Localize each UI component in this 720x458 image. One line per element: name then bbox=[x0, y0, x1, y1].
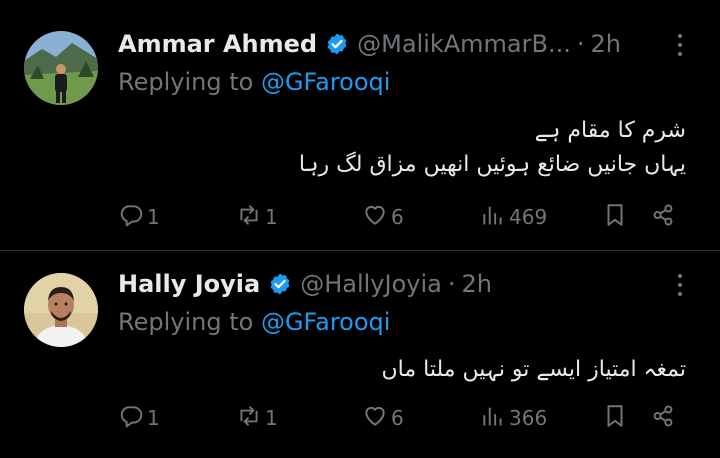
timeline: Ammar Ahmed @MalikAmmarB... · 2h Replyin… bbox=[0, 0, 720, 458]
views-count: 366 bbox=[509, 406, 548, 430]
repost-icon bbox=[236, 403, 262, 434]
more-icon[interactable] bbox=[670, 270, 690, 300]
like-count: 6 bbox=[391, 205, 404, 229]
timestamp[interactable]: 2h bbox=[462, 270, 492, 298]
share-button[interactable] bbox=[650, 401, 676, 435]
bookmark-icon bbox=[602, 202, 628, 233]
repost-count: 1 bbox=[265, 205, 278, 229]
like-icon bbox=[362, 202, 388, 233]
verified-badge-icon bbox=[268, 272, 292, 296]
action-bar: 1 1 6 469 bbox=[118, 200, 688, 234]
mention-link[interactable]: @GFarooqi bbox=[261, 68, 391, 96]
share-button[interactable] bbox=[650, 200, 676, 234]
views-icon bbox=[480, 202, 506, 233]
share-icon bbox=[650, 202, 676, 233]
tweet-text-line: یہاں جانیں ضائع ہوئیں انھیں مزاق لگ رہا bbox=[298, 152, 686, 177]
bookmark-icon bbox=[602, 403, 628, 434]
replying-to: Replying to @GFarooqi bbox=[118, 68, 390, 96]
like-icon bbox=[362, 403, 388, 434]
tweet[interactable]: Ammar Ahmed @MalikAmmarB... · 2h Replyin… bbox=[0, 0, 720, 250]
avatar[interactable] bbox=[24, 31, 98, 105]
repost-button[interactable]: 1 bbox=[236, 401, 278, 435]
bookmark-button[interactable] bbox=[602, 200, 628, 234]
tweet-text: شرم کا مقام ہے یہاں جانیں ضائع ہوئیں انھ… bbox=[299, 114, 686, 182]
bookmark-button[interactable] bbox=[602, 401, 628, 435]
views-button[interactable]: 469 bbox=[480, 200, 547, 234]
verified-badge-icon bbox=[325, 32, 349, 56]
handle[interactable]: @MalikAmmarB... bbox=[357, 30, 571, 58]
separator: · bbox=[447, 270, 456, 298]
views-button[interactable]: 366 bbox=[480, 401, 547, 435]
tweet-text-line: تمغہ امتیاز ایسے تو نہیں ملتا ماں bbox=[381, 357, 687, 382]
tweet-text-line: شرم کا مقام ہے bbox=[534, 118, 686, 143]
like-count: 6 bbox=[391, 406, 404, 430]
reply-button[interactable]: 1 bbox=[118, 200, 160, 234]
mention-link[interactable]: @GFarooqi bbox=[261, 308, 391, 336]
repost-icon bbox=[236, 202, 262, 233]
views-count: 469 bbox=[509, 205, 548, 229]
reply-count: 1 bbox=[147, 205, 160, 229]
views-icon bbox=[480, 403, 506, 434]
repost-count: 1 bbox=[265, 406, 278, 430]
reply-count: 1 bbox=[147, 406, 160, 430]
action-bar: 1 1 6 366 bbox=[118, 401, 688, 435]
tweet-header: Hally Joyia @HallyJoyia · 2h bbox=[118, 266, 492, 302]
more-icon[interactable] bbox=[670, 30, 690, 60]
replying-prefix: Replying to bbox=[118, 68, 261, 96]
replying-to: Replying to @GFarooqi bbox=[118, 308, 390, 336]
reply-button[interactable]: 1 bbox=[118, 401, 160, 435]
handle[interactable]: @HallyJoyia bbox=[300, 270, 442, 298]
timestamp[interactable]: 2h bbox=[591, 30, 621, 58]
like-button[interactable]: 6 bbox=[362, 200, 404, 234]
avatar[interactable] bbox=[24, 273, 98, 347]
reply-icon bbox=[118, 202, 144, 233]
display-name[interactable]: Ammar Ahmed bbox=[118, 30, 317, 58]
replying-prefix: Replying to bbox=[118, 308, 261, 336]
repost-button[interactable]: 1 bbox=[236, 200, 278, 234]
separator: · bbox=[576, 30, 585, 58]
tweet-header: Ammar Ahmed @MalikAmmarB... · 2h bbox=[118, 26, 621, 62]
tweet-text: تمغہ امتیاز ایسے تو نہیں ملتا ماں bbox=[382, 353, 687, 387]
display-name[interactable]: Hally Joyia bbox=[118, 270, 260, 298]
like-button[interactable]: 6 bbox=[362, 401, 404, 435]
tweet[interactable]: Hally Joyia @HallyJoyia · 2h Replying to… bbox=[0, 251, 720, 458]
share-icon bbox=[650, 403, 676, 434]
reply-icon bbox=[118, 403, 144, 434]
